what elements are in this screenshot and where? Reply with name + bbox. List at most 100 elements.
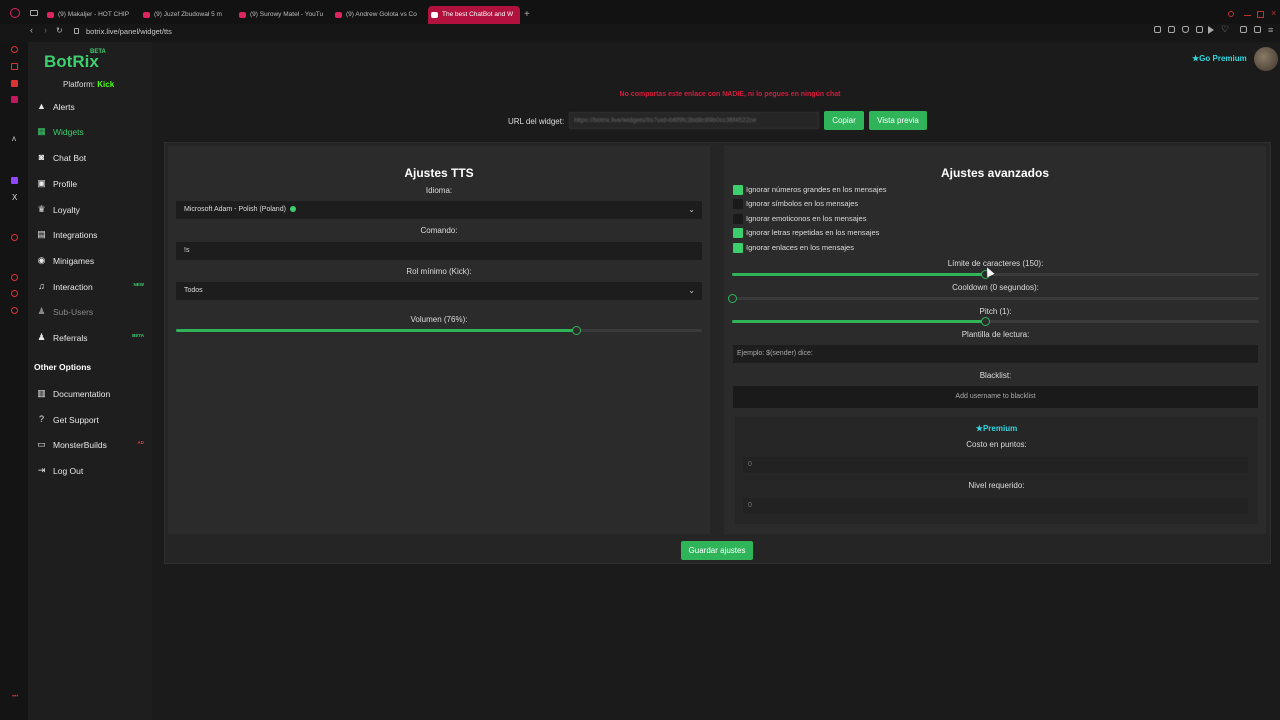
command-input[interactable]: !s (176, 242, 702, 260)
platform-indicator: Platform: Kick (63, 80, 114, 89)
camera-icon[interactable] (1196, 26, 1203, 33)
rail-icon[interactable] (11, 290, 18, 297)
reader-icon[interactable] (1168, 26, 1175, 33)
sidebar-item-referrals[interactable]: ♟ Referrals BETA (34, 328, 146, 348)
settings-icon[interactable] (11, 307, 18, 314)
char-limit-slider[interactable] (732, 270, 1259, 279)
status-badge: AD (137, 440, 145, 445)
level-input[interactable]: 0 (743, 498, 1248, 514)
cooldown-slider-thumb[interactable] (728, 294, 737, 303)
extensions-icon[interactable] (1254, 26, 1261, 33)
sidebar-item-alerts[interactable]: ▲ Alerts (34, 97, 146, 117)
volume-slider-fill (176, 329, 576, 332)
gamepad-icon: ◉ (37, 255, 46, 265)
rail-icon[interactable] (11, 234, 18, 241)
menu-icon[interactable]: ≡ (1268, 25, 1273, 35)
blacklist-label: Blacklist: (979, 371, 1012, 380)
sidebar-item-integrations[interactable]: ▤ Integrations (34, 225, 146, 245)
x-icon[interactable]: X (12, 193, 17, 202)
botrix-logo[interactable]: BotRix (44, 52, 99, 72)
cooldown-slider[interactable] (728, 294, 1259, 303)
music-icon: ♫ (38, 281, 45, 291)
beta-badge: BETA (90, 49, 106, 55)
reload-icon[interactable]: ↻ (56, 26, 63, 35)
language-select[interactable]: Microsoft Adam - Polish (Poland) ⌄ (176, 201, 702, 219)
sidebar-item-log-out[interactable]: ⇥ Log Out (34, 461, 146, 481)
sidebar-item-profile[interactable]: ▣ Profile (34, 174, 146, 194)
maximize-icon[interactable] (1257, 11, 1264, 18)
cost-input[interactable]: 0 (743, 457, 1248, 473)
checkbox[interactable] (733, 243, 743, 253)
checkbox-ignore-numbers[interactable]: Ignorar números grandes en los mensajes (733, 185, 887, 197)
checkbox-ignore-symbols[interactable]: Ignorar símbolos en los mensajes (733, 199, 858, 211)
book-icon: ▥ (37, 388, 46, 398)
heart-icon[interactable]: ♡ (1221, 24, 1229, 35)
rail-icon[interactable] (11, 96, 18, 103)
new-badge: NEW (133, 282, 145, 287)
volume-slider[interactable] (176, 326, 702, 335)
blacklist-input[interactable]: Add username to blacklist (733, 386, 1258, 408)
shield-icon[interactable] (1182, 26, 1189, 33)
pitch-slider[interactable] (732, 317, 1259, 326)
role-select[interactable]: Todos ⌄ (176, 282, 702, 300)
sidebar-item-loyalty[interactable]: ♛ Loyalty (34, 200, 146, 220)
rail-icon[interactable] (11, 274, 18, 281)
checkbox[interactable] (733, 185, 743, 195)
checkbox-ignore-links[interactable]: Ignorar enlaces en los mensajes (733, 243, 854, 255)
char-limit-label: Límite de caracteres (150): (947, 259, 1044, 268)
browser-tab[interactable]: (9) Makaljer - HOT CHIP (44, 6, 130, 24)
checkbox-ignore-emotes[interactable]: Ignorar emoticonos en los mensajes (733, 214, 866, 226)
char-limit-slider-fill (732, 273, 985, 276)
rail-icon[interactable] (11, 46, 18, 53)
status-dot-icon (289, 206, 296, 213)
browser-logo-icon[interactable] (10, 8, 20, 18)
minimize-icon[interactable] (1244, 15, 1251, 16)
browser-tab[interactable]: (9) Andrew Golota vs Co (332, 6, 420, 24)
sidebar-item-interaction[interactable]: ♫ Interaction NEW (34, 277, 146, 297)
sidebar-item-chat-bot[interactable]: ◙ Chat Bot (34, 148, 146, 168)
bookmark-icon[interactable] (1154, 26, 1161, 33)
close-icon[interactable]: × (1271, 8, 1276, 18)
save-settings-button[interactable]: Guardar ajustes (681, 541, 753, 560)
beta-badge: BETA (132, 333, 144, 338)
checkbox[interactable] (733, 199, 743, 209)
youtube-icon (239, 12, 246, 18)
rail-icon[interactable] (11, 63, 18, 70)
youtube-icon (143, 12, 150, 18)
template-input[interactable]: Ejemplo: $(sender) dice: (733, 345, 1258, 363)
command-label: Comando: (420, 226, 458, 235)
sidebar-item-documentation[interactable]: ▥ Documentation (34, 384, 146, 404)
checkbox[interactable] (733, 214, 743, 224)
browser-tab[interactable]: (9) Surowy Mateł - YouTu (236, 6, 326, 24)
browser-tab[interactable]: (9) Juzef Zbudował 5 m (140, 6, 228, 24)
go-premium-button[interactable]: ★Go Premium (1192, 54, 1247, 63)
pitch-slider-thumb[interactable] (980, 317, 990, 326)
rail-icon[interactable] (11, 80, 18, 87)
preview-button[interactable]: Vista previa (869, 111, 927, 130)
back-icon[interactable]: ‹ (30, 25, 33, 35)
twitch-icon[interactable] (11, 177, 18, 184)
browser-tab-active[interactable]: The best ChatBot and W (428, 6, 520, 24)
play-icon[interactable] (1208, 26, 1214, 34)
volume-slider-thumb[interactable] (571, 326, 581, 335)
sidebar-item-monsterbuilds[interactable]: ▭ MonsterBuilds AD (34, 435, 146, 455)
tts-title: Ajustes TTS (404, 166, 474, 180)
tab-workspaces-icon[interactable] (30, 10, 38, 16)
copy-button[interactable]: Copiar (824, 111, 864, 130)
sidebar-item-minigames[interactable]: ◉ Minigames (34, 251, 146, 271)
url-text[interactable]: botrix.live/panel/widget/tts (86, 27, 172, 36)
forward-icon[interactable]: › (44, 25, 47, 35)
checkbox-ignore-repeated[interactable]: Ignorar letras repetidas en los mensajes (733, 228, 879, 240)
template-label: Plantilla de lectura: (961, 330, 1030, 339)
sidebar-item-sub-users[interactable]: ♟ Sub-Users (34, 302, 146, 322)
sidebar-item-widgets[interactable]: ▦ Widgets (34, 122, 146, 142)
download-icon[interactable] (1240, 26, 1247, 33)
rail-arrow-icon[interactable]: ʌ (12, 134, 16, 143)
sidebar-item-get-support[interactable]: ? Get Support (34, 410, 146, 430)
rail-more-icon[interactable]: ••• (12, 694, 18, 700)
new-tab-button[interactable]: + (524, 9, 530, 20)
widget-url-field[interactable]: https://botrix.live/widgets/tts?uid=b6f9… (569, 112, 819, 129)
search-tabs-icon[interactable] (1228, 11, 1234, 17)
avatar[interactable] (1254, 47, 1278, 71)
checkbox[interactable] (733, 228, 743, 238)
